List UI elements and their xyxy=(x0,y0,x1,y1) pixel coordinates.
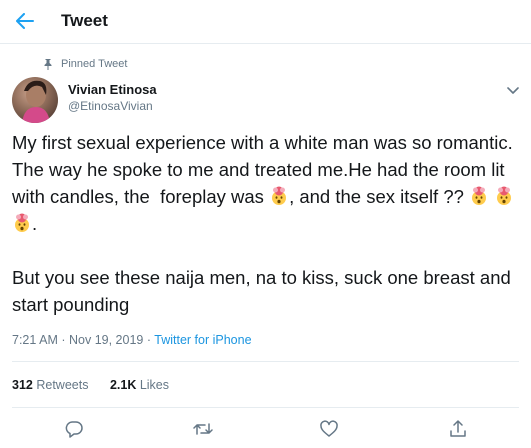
tweet-stats: 312 Retweets 2.1K Likes xyxy=(12,378,187,392)
tweet-text-paragraph-2: But you see these naija men, na to kiss,… xyxy=(12,267,516,315)
reply-button[interactable] xyxy=(63,418,85,440)
arrow-left-icon xyxy=(16,13,34,29)
avatar[interactable] xyxy=(12,77,58,123)
tweet-text-part: , and the sex itself ?? xyxy=(289,186,470,207)
tweet-time[interactable]: 7:21 AM xyxy=(12,333,58,347)
retweets-stat[interactable]: 312 Retweets xyxy=(12,378,88,392)
reply-icon xyxy=(65,421,83,438)
divider xyxy=(12,407,519,408)
retweet-icon xyxy=(193,423,213,435)
tweet-meta: 7:21 AM · Nov 19, 2019 · Twitter for iPh… xyxy=(12,333,252,347)
header: Tweet xyxy=(0,0,531,44)
tweet-page: Tweet Pinned Tweet Vivian Etinosa @Etino… xyxy=(0,0,531,448)
pinned-indicator: Pinned Tweet xyxy=(44,58,127,70)
pinned-label: Pinned Tweet xyxy=(61,58,128,70)
likes-label: Likes xyxy=(139,378,170,392)
chevron-down-icon xyxy=(507,87,519,94)
like-button[interactable] xyxy=(318,418,340,440)
divider xyxy=(12,361,519,362)
tweet-actions xyxy=(0,414,531,444)
more-options-button[interactable] xyxy=(506,84,520,98)
likes-stat[interactable]: 2.1K Likes xyxy=(110,378,169,392)
back-button[interactable] xyxy=(10,6,40,36)
exploding-head-emoji xyxy=(272,186,287,205)
retweets-count: 312 xyxy=(12,378,33,392)
tweet-date[interactable]: Nov 19, 2019 xyxy=(69,333,143,347)
retweets-label: Retweets xyxy=(36,378,89,392)
pin-icon xyxy=(44,58,52,70)
exploding-head-emoji xyxy=(472,186,487,205)
author-handle[interactable]: @EtinosaVivian xyxy=(68,99,153,113)
exploding-head-emoji xyxy=(15,213,29,232)
share-icon xyxy=(450,420,466,437)
tweet-source-link[interactable]: Twitter for iPhone xyxy=(154,333,251,347)
exploding-head-emoji xyxy=(497,186,512,205)
heart-icon xyxy=(320,420,338,437)
tweet-text: My first sexual experience with a white … xyxy=(12,129,524,318)
meta-separator: · xyxy=(61,333,69,347)
author-name[interactable]: Vivian Etinosa xyxy=(68,82,157,97)
share-button[interactable] xyxy=(447,418,469,440)
tweet-text-part: . xyxy=(32,213,38,234)
retweet-button[interactable] xyxy=(192,418,214,440)
likes-count: 2.1K xyxy=(109,378,137,392)
page-title: Tweet xyxy=(61,11,108,30)
